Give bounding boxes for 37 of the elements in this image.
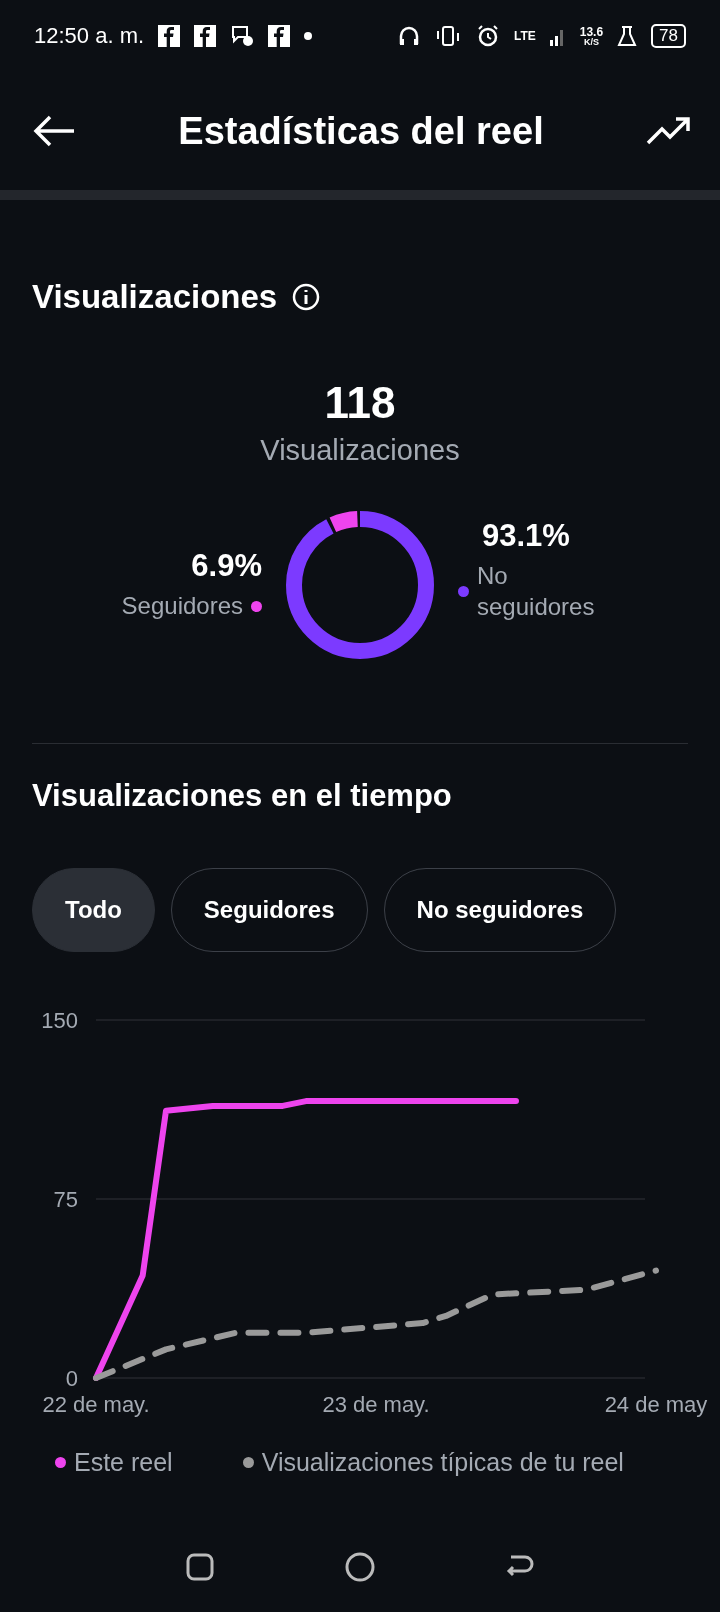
axis-label: 24 de may [604, 1392, 708, 1417]
views-total-label: Visualizaciones [259, 434, 461, 467]
facebook-icon [268, 25, 291, 47]
axis-label: 23 de may. [322, 1392, 430, 1417]
facebook-icon [158, 25, 181, 47]
back-arrow-icon[interactable] [32, 115, 76, 147]
chat-icon [230, 25, 255, 47]
filter-chip[interactable]: Todo [32, 868, 155, 952]
section-heading: Visualizaciones [32, 278, 278, 316]
speed-unit: K/S [583, 37, 599, 47]
legend-label: Este reel [74, 1448, 173, 1477]
network-type: LTE [513, 30, 536, 42]
page-title: Estadísticas del reel [177, 109, 545, 153]
dot-icon [304, 32, 313, 40]
legend-dot [242, 1457, 254, 1468]
facebook-icon [194, 25, 217, 47]
legend-label: No seguidores [477, 560, 596, 622]
headphones-icon [397, 25, 420, 47]
flask-icon [617, 25, 638, 47]
trending-up-icon[interactable] [646, 116, 692, 146]
battery-level: 78 [651, 24, 686, 48]
circle-icon[interactable] [344, 1551, 376, 1583]
percentage: 6.9% [191, 548, 262, 585]
info-icon[interactable] [291, 282, 322, 312]
section-heading: Visualizaciones en el tiempo [32, 778, 452, 814]
axis-label: 0 [65, 1366, 78, 1391]
percentage: 93.1% [482, 517, 570, 554]
network-speed: 13.6 [579, 25, 604, 38]
axis-label: 75 [53, 1187, 78, 1212]
views-total: 118 [323, 378, 397, 428]
axis-label: 150 [41, 1008, 78, 1033]
axis-label: 22 de may. [42, 1392, 150, 1417]
square-icon[interactable] [184, 1552, 215, 1582]
legend-label: Seguidores [121, 591, 243, 622]
legend-dot [55, 1457, 66, 1468]
clock: 12:50 a. m. [34, 23, 145, 49]
legend-label: Visualizaciones típicas de tu reel [261, 1448, 624, 1477]
